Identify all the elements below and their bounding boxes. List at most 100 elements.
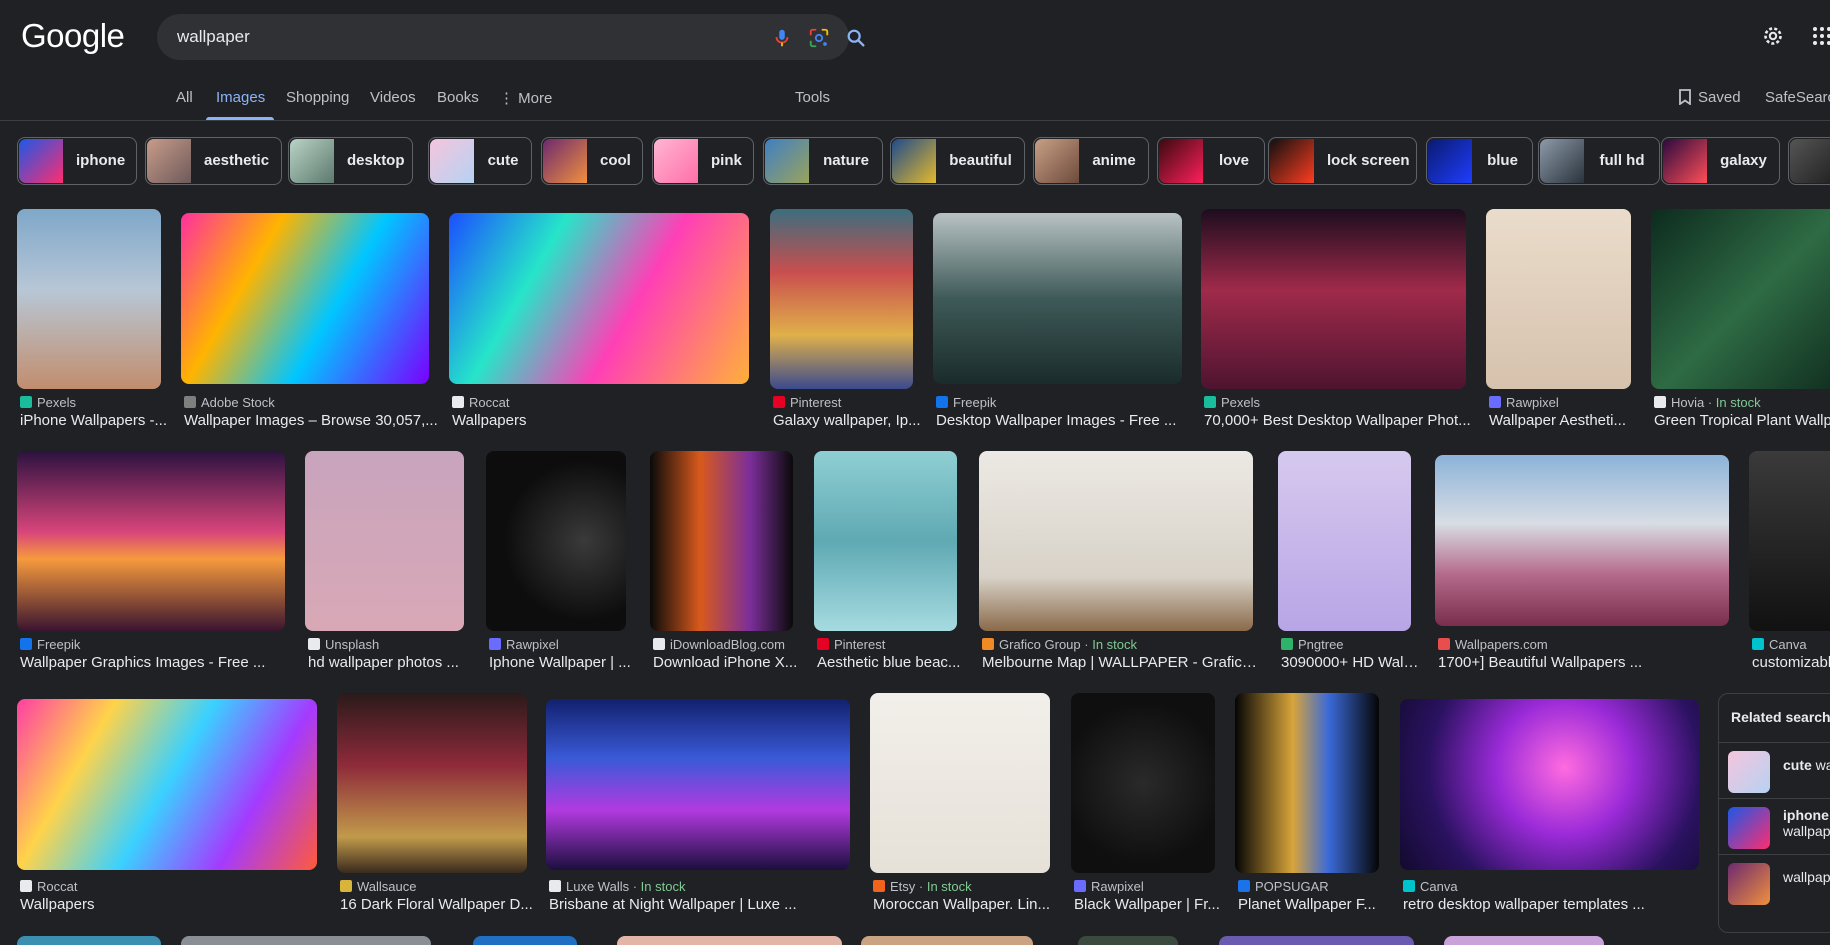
result-thumbnail[interactable]: [979, 451, 1253, 631]
result-title[interactable]: 3090000+ HD Wallp...: [1281, 654, 1420, 671]
result-thumbnail[interactable]: [870, 693, 1050, 873]
partial-result-thumbnail[interactable]: [17, 936, 161, 945]
result-thumbnail[interactable]: [305, 451, 464, 631]
result-thumbnail[interactable]: [546, 699, 850, 870]
result-title[interactable]: Wallpaper Graphics Images - Free ...: [20, 654, 294, 671]
result-thumbnail[interactable]: [1278, 451, 1411, 631]
related-item[interactable]: iphonewallpaper: [1719, 798, 1830, 854]
result-source[interactable]: Rawpixel: [489, 637, 635, 652]
result-source[interactable]: Etsy · In stock: [873, 879, 1059, 894]
result-title[interactable]: Wallpapers: [20, 896, 326, 913]
result-source[interactable]: POPSUGAR: [1238, 879, 1388, 894]
result-source[interactable]: Luxe Walls · In stock: [549, 879, 859, 894]
apps-grid-icon[interactable]: [1810, 24, 1830, 48]
partial-result-thumbnail[interactable]: [861, 936, 1033, 945]
related-item[interactable]: wallpaper: [1719, 854, 1830, 910]
chip-anime[interactable]: anime: [1033, 137, 1149, 185]
related-item[interactable]: cute wallpaper: [1719, 742, 1830, 798]
tab-videos[interactable]: Videos: [370, 89, 416, 106]
result-source[interactable]: Canva: [1403, 879, 1708, 894]
result-source[interactable]: Roccat: [452, 395, 758, 410]
result-source[interactable]: Pexels: [20, 395, 170, 410]
result-thumbnail[interactable]: [17, 209, 161, 389]
result-thumbnail[interactable]: [770, 209, 913, 389]
chip-aesthetic[interactable]: aesthetic: [145, 137, 282, 185]
mic-icon[interactable]: [771, 27, 793, 49]
result-source[interactable]: Freepik: [936, 395, 1191, 410]
chip-galaxy[interactable]: galaxy: [1661, 137, 1780, 185]
saved-button[interactable]: Saved: [1678, 89, 1741, 106]
result-source[interactable]: Wallsauce: [340, 879, 536, 894]
result-title[interactable]: retro desktop wallpaper templates ...: [1403, 896, 1708, 913]
result-thumbnail[interactable]: [486, 451, 626, 631]
partial-result-thumbnail[interactable]: [1219, 936, 1414, 945]
chip-cool[interactable]: cool: [541, 137, 643, 185]
result-source[interactable]: iDownloadBlog.com: [653, 637, 802, 652]
result-source[interactable]: Unsplash: [308, 637, 473, 652]
search-box[interactable]: [157, 14, 865, 60]
tools-button[interactable]: Tools: [795, 89, 830, 106]
result-title[interactable]: Iphone Wallpaper | ...: [489, 654, 635, 671]
chip-cute[interactable]: cute: [428, 137, 532, 185]
partial-result-thumbnail[interactable]: [181, 936, 431, 945]
result-thumbnail[interactable]: [814, 451, 957, 631]
tab-images[interactable]: Images: [216, 89, 265, 106]
result-thumbnail[interactable]: [1749, 451, 1830, 631]
result-source[interactable]: Roccat: [20, 879, 326, 894]
result-title[interactable]: 16 Dark Floral Wallpaper D...: [340, 896, 536, 913]
result-thumbnail[interactable]: [1235, 693, 1379, 873]
result-thumbnail[interactable]: [17, 451, 285, 631]
result-thumbnail[interactable]: [1435, 455, 1729, 626]
tab-more[interactable]: ⋮ More: [499, 89, 552, 107]
result-thumbnail[interactable]: [1651, 209, 1830, 389]
google-logo[interactable]: Google: [21, 17, 125, 55]
result-title[interactable]: Download iPhone X...: [653, 654, 802, 671]
result-thumbnail[interactable]: [933, 213, 1182, 384]
chip-beautiful[interactable]: beautiful: [890, 137, 1025, 185]
result-title[interactable]: Wallpaper Aestheti...: [1489, 412, 1640, 429]
chip-full-hd[interactable]: full hd: [1538, 137, 1660, 185]
result-thumbnail[interactable]: [650, 451, 793, 631]
result-title[interactable]: Green Tropical Plant Wallpaper: [1654, 412, 1830, 429]
result-source[interactable]: Pinterest: [773, 395, 922, 410]
search-icon[interactable]: [845, 27, 867, 49]
result-title[interactable]: Wallpapers: [452, 412, 758, 429]
partial-result-thumbnail[interactable]: [1078, 936, 1178, 945]
result-title[interactable]: Black Wallpaper | Fr...: [1074, 896, 1224, 913]
result-thumbnail[interactable]: [17, 699, 317, 870]
result-source[interactable]: Adobe Stock: [184, 395, 438, 410]
chip-pink[interactable]: pink: [652, 137, 754, 185]
result-title[interactable]: Wallpaper Images – Browse 30,057,...: [184, 412, 438, 429]
search-input[interactable]: [177, 14, 697, 60]
result-title[interactable]: 70,000+ Best Desktop Wallpaper Phot...: [1204, 412, 1475, 429]
gear-icon[interactable]: [1761, 24, 1785, 48]
chip-blue[interactable]: blue: [1426, 137, 1533, 185]
chip-overflow[interactable]: [1788, 137, 1830, 185]
chip-love[interactable]: love: [1157, 137, 1265, 185]
chip-lock-screen[interactable]: lock screen: [1268, 137, 1417, 185]
result-title[interactable]: customizable wallpaper: [1752, 654, 1830, 671]
tab-shopping[interactable]: Shopping: [286, 89, 349, 106]
result-source[interactable]: Rawpixel: [1489, 395, 1640, 410]
chip-iphone[interactable]: iphone: [17, 137, 137, 185]
chip-nature[interactable]: nature: [763, 137, 883, 185]
partial-result-thumbnail[interactable]: [473, 936, 577, 945]
result-thumbnail[interactable]: [181, 213, 429, 384]
result-title[interactable]: Aesthetic blue beac...: [817, 654, 966, 671]
result-title[interactable]: Brisbane at Night Wallpaper | Luxe ...: [549, 896, 859, 913]
result-source[interactable]: Pinterest: [817, 637, 966, 652]
result-source[interactable]: Pngtree: [1281, 637, 1420, 652]
result-title[interactable]: hd wallpaper photos ...: [308, 654, 473, 671]
result-source[interactable]: Grafico Group · In stock: [982, 637, 1262, 652]
result-thumbnail[interactable]: [1071, 693, 1215, 873]
result-title[interactable]: Planet Wallpaper F...: [1238, 896, 1388, 913]
result-title[interactable]: Moroccan Wallpaper. Lin...: [873, 896, 1059, 913]
result-thumbnail[interactable]: [1486, 209, 1631, 389]
result-source[interactable]: Canva: [1752, 637, 1830, 652]
result-source[interactable]: Rawpixel: [1074, 879, 1224, 894]
partial-result-thumbnail[interactable]: [1444, 936, 1604, 945]
tab-all[interactable]: All: [176, 89, 193, 106]
result-thumbnail[interactable]: [337, 693, 527, 873]
result-title[interactable]: Galaxy wallpaper, Ip...: [773, 412, 922, 429]
result-source[interactable]: Hovia · In stock: [1654, 395, 1830, 410]
